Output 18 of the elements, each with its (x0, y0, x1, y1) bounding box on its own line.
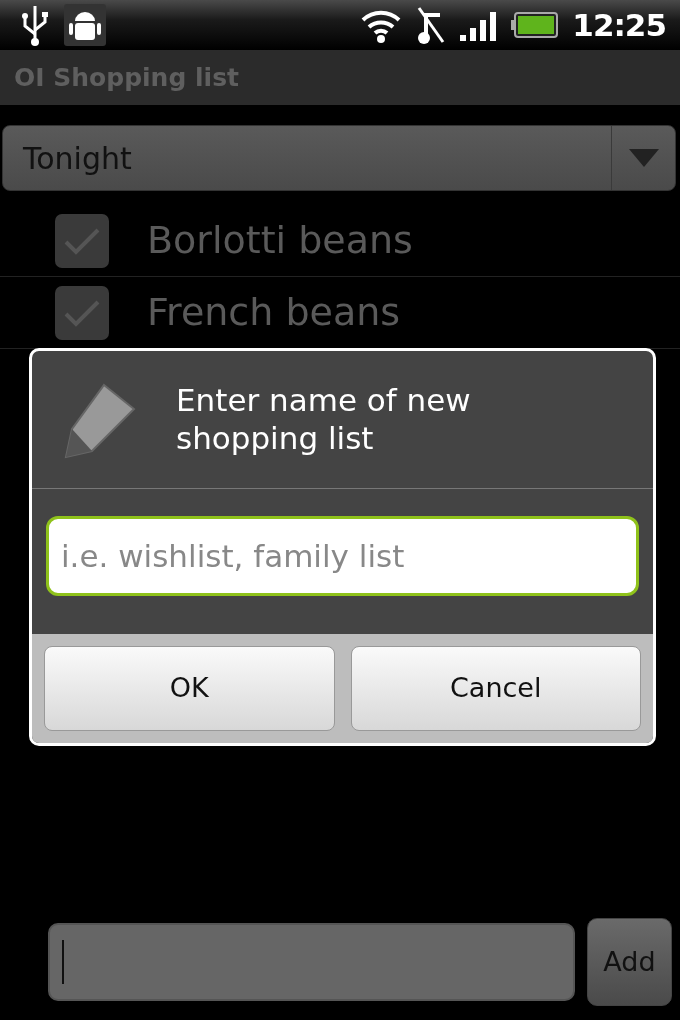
cancel-button[interactable]: Cancel (350, 646, 641, 731)
text-cursor (62, 940, 64, 984)
ok-button[interactable]: OK (44, 646, 335, 731)
battery-icon (510, 11, 559, 39)
dropdown-arrow-icon (628, 149, 659, 167)
pencil-icon (64, 383, 136, 458)
item-checkbox[interactable] (55, 285, 109, 340)
signal-icon (460, 9, 497, 41)
item-name: French beans (147, 291, 401, 334)
item-name: Borlotti beans (147, 219, 413, 262)
list-name-field[interactable]: i.e. wishlist, family list (46, 516, 639, 596)
item-checkbox[interactable] (55, 213, 109, 268)
muted-sound-icon (416, 5, 447, 45)
usb-icon (20, 4, 50, 46)
clock-time: 12:25 (572, 5, 666, 45)
android-icon (64, 4, 106, 46)
item-input-field[interactable] (48, 923, 575, 1001)
dialog-title: Enter name of new shopping list (176, 382, 472, 457)
